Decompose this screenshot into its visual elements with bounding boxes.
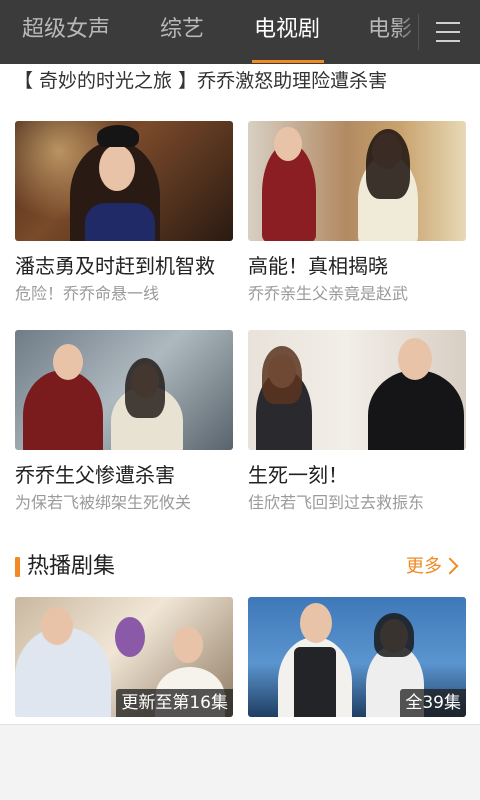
video-subtitle: 为保若飞被绑架生死攸关: [15, 493, 192, 512]
video-subtitle: 佳欣若飞回到过去救振东: [248, 493, 425, 512]
menu-button[interactable]: [418, 8, 480, 56]
menu-divider: [418, 14, 419, 50]
video-card[interactable]: 潘志勇及时赶到机智救 危险！乔乔命悬一线: [15, 121, 233, 305]
more-link[interactable]: 更多: [406, 552, 442, 582]
video-card[interactable]: 生死一刻！ 佳欣若飞回到过去救振东: [248, 330, 466, 514]
video-card[interactable]: 高能！真相揭晓 乔乔亲生父亲竟是赵武: [248, 121, 466, 305]
video-thumbnail: [15, 121, 233, 241]
bottom-overlay: [0, 724, 480, 800]
section-header-hot-series: 热播剧集 更多: [0, 548, 480, 588]
menu-icon: [436, 22, 460, 42]
series-card[interactable]: 更新至第16集: [15, 597, 233, 717]
series-thumbnail: 全39集: [248, 597, 466, 717]
video-thumbnail: [248, 121, 466, 241]
video-thumbnail: [15, 330, 233, 450]
video-thumbnail: [248, 330, 466, 450]
series-thumbnail: 更新至第16集: [15, 597, 233, 717]
video-subtitle: 乔乔亲生父亲竟是赵武: [248, 284, 409, 303]
episode-badge: 全39集: [400, 689, 466, 717]
tab-tv-series[interactable]: 电视剧: [254, 0, 320, 64]
tab-variety[interactable]: 综艺: [160, 0, 204, 64]
tab-overflow-fade: [395, 0, 420, 64]
episode-badge: 更新至第16集: [116, 689, 233, 717]
active-tab-indicator: [252, 60, 324, 63]
chevron-right-icon[interactable]: [441, 557, 459, 575]
section-accent-bar: [15, 557, 20, 577]
category-tabs: 超级女声 综艺 电视剧 电影: [0, 0, 420, 64]
video-title: 高能！真相揭晓: [248, 254, 388, 278]
tab-super-voice[interactable]: 超级女声: [22, 0, 110, 64]
top-tab-bar: 超级女声 综艺 电视剧 电影: [0, 0, 480, 64]
video-card[interactable]: 乔乔生父惨遭杀害 为保若飞被绑架生死攸关: [15, 330, 233, 514]
video-title: 乔乔生父惨遭杀害: [15, 463, 175, 487]
headline-link[interactable]: 【 奇妙的时光之旅 】乔乔激怒助理险遭杀害: [14, 66, 474, 96]
video-title: 潘志勇及时赶到机智救: [15, 254, 215, 278]
video-subtitle: 危险！乔乔命悬一线: [15, 284, 160, 303]
video-title: 生死一刻！: [248, 463, 348, 487]
series-card[interactable]: 全39集: [248, 597, 466, 717]
section-title: 热播剧集: [27, 554, 116, 579]
